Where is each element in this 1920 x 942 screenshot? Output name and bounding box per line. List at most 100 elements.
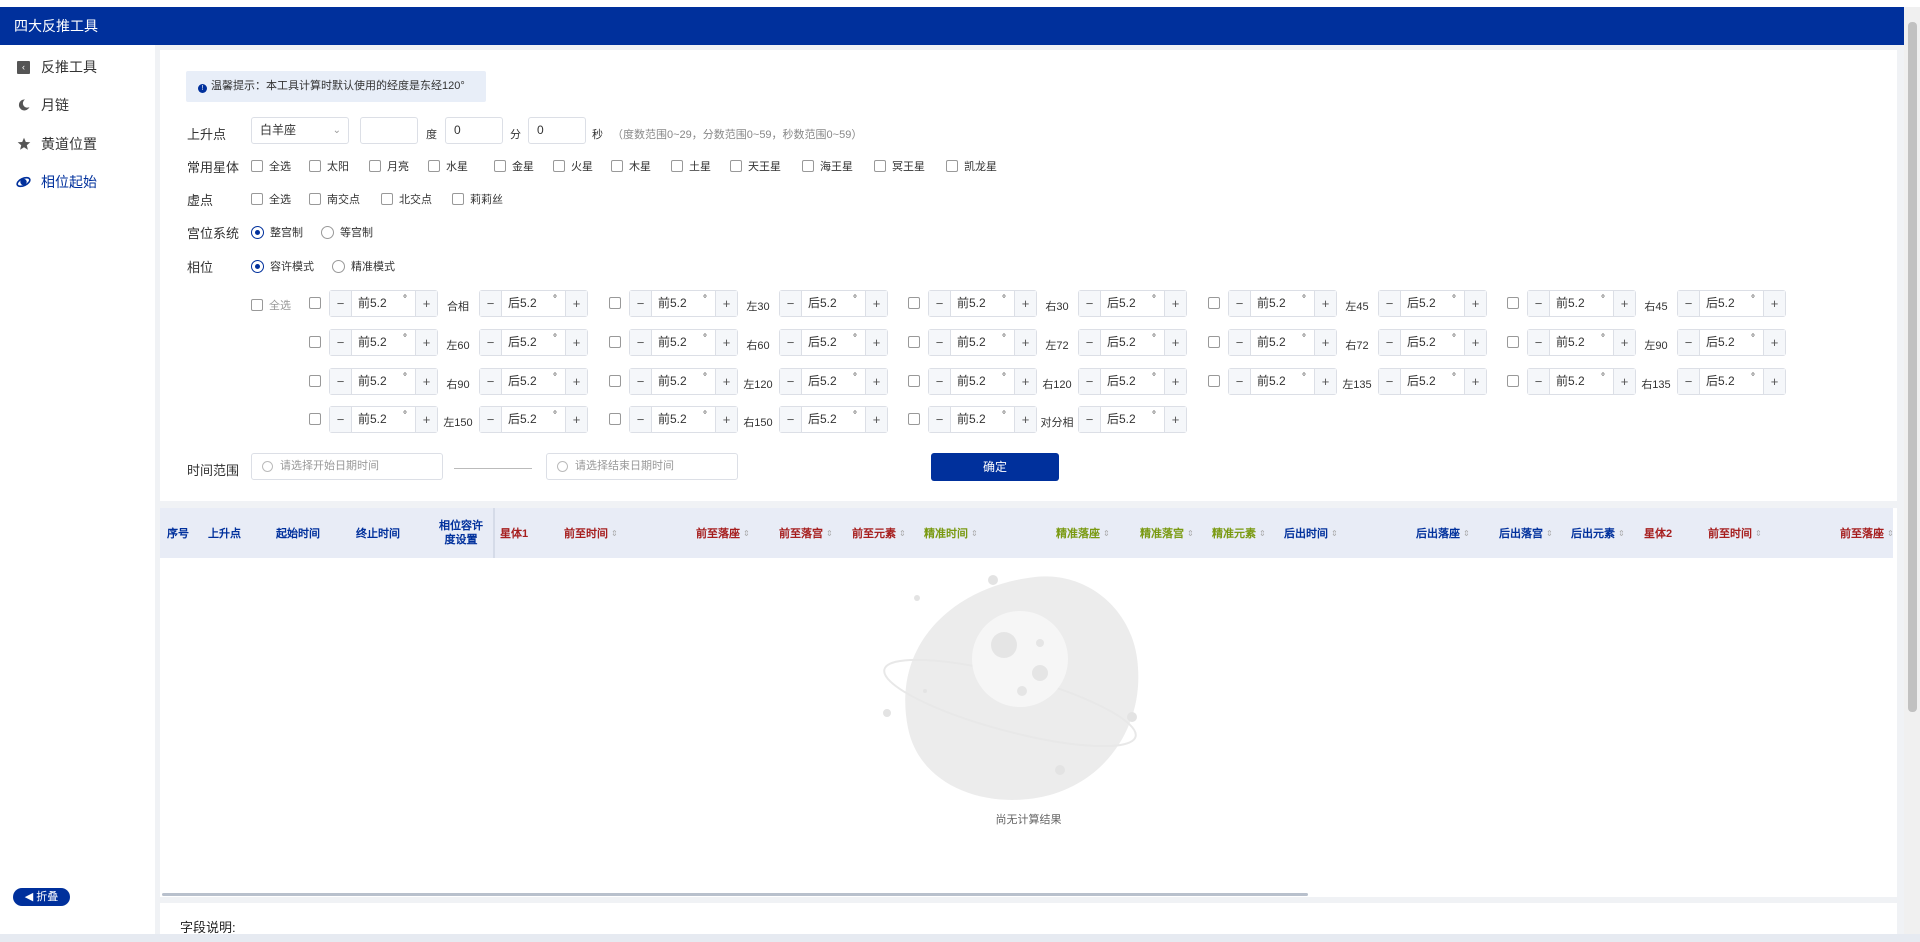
plus-icon[interactable]: + bbox=[415, 330, 437, 355]
minus-icon[interactable]: − bbox=[1079, 330, 1101, 355]
aspect-checkbox[interactable] bbox=[908, 336, 920, 348]
planet-checkbox[interactable]: 凯龙星 bbox=[946, 158, 997, 174]
aspect-after-stepper[interactable]: − 后5.2 ° + bbox=[1378, 368, 1487, 395]
plus-icon[interactable]: + bbox=[1314, 330, 1336, 355]
column-header[interactable]: 精准落座 ⇕ bbox=[1056, 508, 1110, 558]
plus-icon[interactable]: + bbox=[1314, 291, 1336, 316]
horizontal-scrollbar[interactable] bbox=[162, 893, 1308, 896]
column-header[interactable]: 上升点 bbox=[208, 508, 241, 558]
aspect-before-stepper[interactable]: − 前5.2 ° + bbox=[329, 368, 438, 395]
aspect-checkbox[interactable] bbox=[309, 375, 321, 387]
minus-icon[interactable]: − bbox=[780, 291, 802, 316]
column-header[interactable]: 前至时间 ⇕ bbox=[1708, 508, 1762, 558]
aspect-after-stepper[interactable]: − 后5.2 ° + bbox=[1078, 406, 1187, 433]
sidebar-item-reverse-tool[interactable]: ‹ 反推工具 bbox=[16, 55, 97, 79]
aspect-checkbox[interactable] bbox=[908, 413, 920, 425]
aspect-checkbox[interactable] bbox=[908, 297, 920, 309]
point-checkbox[interactable]: 南交点 bbox=[309, 191, 360, 207]
radio-whole-sign[interactable]: 整宫制 bbox=[251, 224, 303, 240]
aspect-after-stepper[interactable]: − 后5.2 ° + bbox=[479, 329, 588, 356]
minus-icon[interactable]: − bbox=[1229, 330, 1251, 355]
plus-icon[interactable]: + bbox=[415, 369, 437, 394]
column-header[interactable]: 精准元素 ⇕ bbox=[1212, 508, 1266, 558]
aspect-before-stepper[interactable]: − 前5.2 ° + bbox=[629, 406, 738, 433]
planet-checkbox[interactable]: 月亮 bbox=[369, 158, 409, 174]
planet-checkbox[interactable]: 土星 bbox=[671, 158, 711, 174]
minus-icon[interactable]: − bbox=[1379, 291, 1401, 316]
planet-checkbox[interactable]: 水星 bbox=[428, 158, 468, 174]
minus-icon[interactable]: − bbox=[630, 330, 652, 355]
aspect-checkbox[interactable] bbox=[609, 297, 621, 309]
plus-icon[interactable]: + bbox=[1613, 291, 1635, 316]
point-checkbox[interactable]: 北交点 bbox=[381, 191, 432, 207]
radio-equal-house[interactable]: 等宫制 bbox=[321, 224, 373, 240]
plus-icon[interactable]: + bbox=[1464, 330, 1486, 355]
aspect-after-stepper[interactable]: − 后5.2 ° + bbox=[1078, 290, 1187, 317]
aspect-checkbox[interactable] bbox=[309, 297, 321, 309]
plus-icon[interactable]: + bbox=[865, 291, 887, 316]
planet-checkbox[interactable]: 太阳 bbox=[309, 158, 349, 174]
plus-icon[interactable]: + bbox=[565, 407, 587, 432]
aspect-checkbox[interactable] bbox=[1208, 297, 1220, 309]
point-checkbox[interactable]: 全选 bbox=[251, 191, 291, 207]
minus-icon[interactable]: − bbox=[330, 407, 352, 432]
confirm-button[interactable]: 确定 bbox=[931, 453, 1059, 481]
minus-icon[interactable]: − bbox=[1678, 291, 1700, 316]
aspect-before-stepper[interactable]: − 前5.2 ° + bbox=[928, 329, 1037, 356]
planet-checkbox[interactable]: 金星 bbox=[494, 158, 534, 174]
aspect-after-stepper[interactable]: − 后5.2 ° + bbox=[1078, 368, 1187, 395]
column-header[interactable]: 相位容许度设置 bbox=[435, 508, 487, 558]
aspect-after-stepper[interactable]: − 后5.2 ° + bbox=[1378, 329, 1487, 356]
sort-icon[interactable]: ⇕ bbox=[1463, 529, 1470, 538]
aspect-before-stepper[interactable]: − 前5.2 ° + bbox=[1527, 329, 1636, 356]
column-header[interactable]: 精准落宫 ⇕ bbox=[1140, 508, 1194, 558]
minus-icon[interactable]: − bbox=[1079, 369, 1101, 394]
minus-icon[interactable]: − bbox=[330, 369, 352, 394]
aspect-after-stepper[interactable]: − 后5.2 ° + bbox=[1078, 329, 1187, 356]
minus-icon[interactable]: − bbox=[1528, 330, 1550, 355]
sort-icon[interactable]: ⇕ bbox=[971, 529, 978, 538]
aspect-select-all[interactable]: 全选 bbox=[251, 297, 291, 313]
minus-icon[interactable]: − bbox=[780, 330, 802, 355]
minus-icon[interactable]: − bbox=[1079, 407, 1101, 432]
aspect-before-stepper[interactable]: − 前5.2 ° + bbox=[1228, 368, 1337, 395]
plus-icon[interactable]: + bbox=[415, 407, 437, 432]
aspect-before-stepper[interactable]: − 前5.2 ° + bbox=[1228, 290, 1337, 317]
fold-button[interactable]: ◀ 折叠 bbox=[13, 888, 70, 906]
aspect-before-stepper[interactable]: − 前5.2 ° + bbox=[629, 290, 738, 317]
minus-icon[interactable]: − bbox=[630, 291, 652, 316]
minus-icon[interactable]: − bbox=[929, 291, 951, 316]
aspect-before-stepper[interactable]: − 前5.2 ° + bbox=[928, 290, 1037, 317]
aspect-before-stepper[interactable]: − 前5.2 ° + bbox=[329, 329, 438, 356]
planet-checkbox[interactable]: 天王星 bbox=[730, 158, 781, 174]
column-header[interactable]: 后出时间 ⇕ bbox=[1284, 508, 1338, 558]
sidebar-item-ecliptic-position[interactable]: 黄道位置 bbox=[16, 132, 97, 156]
sign-select[interactable]: 白羊座 ⌄ bbox=[251, 117, 349, 144]
plus-icon[interactable]: + bbox=[715, 291, 737, 316]
minus-icon[interactable]: − bbox=[1528, 291, 1550, 316]
aspect-after-stepper[interactable]: − 后5.2 ° + bbox=[779, 329, 888, 356]
sort-icon[interactable]: ⇕ bbox=[1887, 529, 1894, 538]
aspect-before-stepper[interactable]: − 前5.2 ° + bbox=[928, 368, 1037, 395]
aspect-checkbox[interactable] bbox=[609, 375, 621, 387]
minus-icon[interactable]: − bbox=[1528, 369, 1550, 394]
column-header[interactable]: 前至时间 ⇕ bbox=[564, 508, 618, 558]
aspect-after-stepper[interactable]: − 后5.2 ° + bbox=[779, 290, 888, 317]
aspect-checkbox[interactable] bbox=[609, 336, 621, 348]
aspect-checkbox[interactable] bbox=[1507, 375, 1519, 387]
plus-icon[interactable]: + bbox=[1314, 369, 1336, 394]
minus-icon[interactable]: − bbox=[780, 407, 802, 432]
aspect-before-stepper[interactable]: − 前5.2 ° + bbox=[1527, 290, 1636, 317]
plus-icon[interactable]: + bbox=[1014, 291, 1036, 316]
minus-icon[interactable]: − bbox=[1229, 369, 1251, 394]
sort-icon[interactable]: ⇕ bbox=[1103, 529, 1110, 538]
plus-icon[interactable]: + bbox=[1164, 369, 1186, 394]
plus-icon[interactable]: + bbox=[1014, 330, 1036, 355]
minus-icon[interactable]: − bbox=[1678, 369, 1700, 394]
sort-icon[interactable]: ⇕ bbox=[1187, 529, 1194, 538]
plus-icon[interactable]: + bbox=[1464, 369, 1486, 394]
plus-icon[interactable]: + bbox=[865, 407, 887, 432]
sort-icon[interactable]: ⇕ bbox=[1618, 529, 1625, 538]
aspect-checkbox[interactable] bbox=[609, 413, 621, 425]
vertical-scrollbar[interactable] bbox=[1908, 22, 1917, 712]
